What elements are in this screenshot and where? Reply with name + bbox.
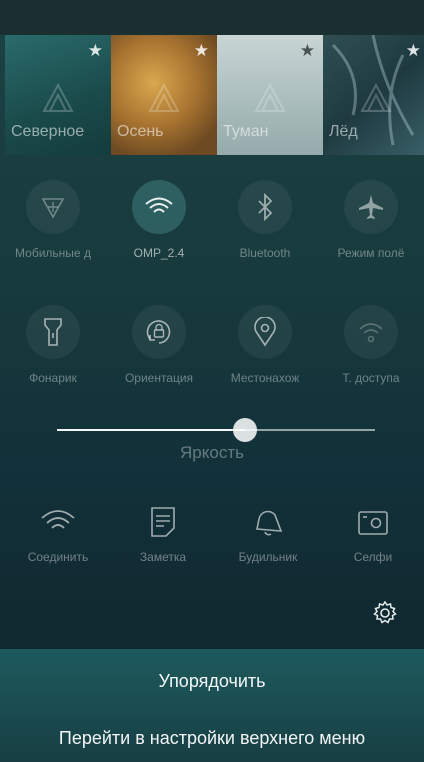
shortcut-label: Будильник bbox=[238, 550, 298, 564]
favorite-star-icon[interactable]: ★ bbox=[300, 41, 315, 61]
pulley-menu: Упорядочить Перейти в настройки верхнего… bbox=[0, 649, 424, 762]
toggle-circle[interactable] bbox=[26, 180, 80, 234]
hotspot-icon bbox=[359, 323, 383, 343]
ambience-logo-icon bbox=[254, 82, 286, 112]
toggle-circle[interactable] bbox=[344, 180, 398, 234]
brightness-knob[interactable] bbox=[232, 418, 257, 442]
ambience-card-severnoe[interactable]: ★ Северное bbox=[5, 35, 111, 155]
ambience-label: Осень bbox=[117, 123, 164, 140]
toggle-location[interactable]: Местонахож bbox=[212, 305, 318, 385]
shortcut-label: Заметка bbox=[139, 550, 187, 564]
ambience-strip: ★ Северное ★ Осень ★ Туман ★ Лёд bbox=[5, 35, 424, 155]
wifi-icon bbox=[145, 197, 173, 213]
toggle-mobile-data[interactable]: Мобильные д bbox=[0, 180, 106, 260]
toggle-label: Мобильные д bbox=[15, 246, 91, 260]
toggle-label: Ориентация bbox=[124, 371, 194, 385]
mobile-data-icon bbox=[41, 198, 65, 219]
toggle-wifi[interactable]: OMP_2.4 bbox=[106, 180, 212, 260]
brightness-slider[interactable] bbox=[57, 418, 375, 442]
toggle-circle[interactable] bbox=[132, 180, 186, 234]
toggle-airplane[interactable]: Режим полё bbox=[318, 180, 424, 260]
ambience-card-lyod[interactable]: ★ Лёд bbox=[323, 35, 424, 155]
shortcut-connect[interactable]: Соединить bbox=[5, 500, 111, 564]
ambience-card-osen[interactable]: ★ Осень bbox=[111, 35, 217, 155]
flashlight-icon bbox=[44, 318, 62, 346]
orientation-lock-icon bbox=[146, 320, 171, 344]
favorite-star-icon[interactable]: ★ bbox=[88, 41, 103, 61]
note-icon bbox=[151, 507, 175, 537]
ambience-label: Лёд bbox=[329, 123, 358, 140]
airplane-icon bbox=[359, 195, 383, 219]
toggle-circle[interactable] bbox=[132, 305, 186, 359]
shortcut-label: Селфи bbox=[353, 550, 393, 564]
ambience-card-tuman[interactable]: ★ Туман bbox=[217, 35, 323, 155]
toggle-circle[interactable] bbox=[26, 305, 80, 359]
wifi-connect-icon bbox=[41, 510, 75, 529]
favorite-star-icon[interactable]: ★ bbox=[194, 41, 209, 61]
menu-item-open-settings[interactable]: Перейти в настройки верхнего меню bbox=[0, 728, 424, 749]
bluetooth-icon bbox=[258, 193, 273, 221]
shortcut-label: Соединить bbox=[27, 550, 89, 564]
toggle-circle[interactable] bbox=[344, 305, 398, 359]
brightness-label: Яркость bbox=[180, 443, 244, 462]
ambience-logo-icon bbox=[360, 82, 392, 112]
ambience-label: Туман bbox=[223, 123, 269, 140]
location-icon bbox=[254, 317, 276, 347]
shortcut-alarm[interactable]: Будильник bbox=[215, 500, 321, 564]
status-bar bbox=[0, 0, 424, 35]
brightness-fill bbox=[57, 429, 245, 431]
toggle-label: OMP_2.4 bbox=[133, 246, 185, 260]
ambience-logo-icon bbox=[148, 82, 180, 112]
shortcut-note[interactable]: Заметка bbox=[110, 500, 216, 564]
toggle-label: Местонахож bbox=[230, 371, 300, 385]
ambience-label: Северное bbox=[11, 123, 85, 140]
toggle-circle[interactable] bbox=[238, 305, 292, 359]
toggle-label: Bluetooth bbox=[239, 246, 291, 260]
toggle-orientation[interactable]: Ориентация bbox=[106, 305, 212, 385]
toggle-bluetooth[interactable]: Bluetooth bbox=[212, 180, 318, 260]
toggle-hotspot[interactable]: Т. доступа bbox=[318, 305, 424, 385]
menu-item-arrange[interactable]: Упорядочить bbox=[0, 671, 424, 692]
toggle-label: Режим полё bbox=[337, 246, 405, 260]
selfie-camera-icon bbox=[358, 511, 388, 535]
toggle-label: Т. доступа bbox=[342, 371, 400, 385]
alarm-bell-icon bbox=[256, 510, 283, 536]
gear-icon[interactable] bbox=[372, 600, 398, 626]
toggle-circle[interactable] bbox=[238, 180, 292, 234]
ambience-logo-icon bbox=[42, 82, 74, 112]
shortcut-selfie[interactable]: Селфи bbox=[320, 500, 424, 564]
toggle-flashlight[interactable]: Фонарик bbox=[0, 305, 106, 385]
toggle-label: Фонарик bbox=[29, 371, 77, 385]
favorite-star-icon[interactable]: ★ bbox=[406, 41, 421, 61]
